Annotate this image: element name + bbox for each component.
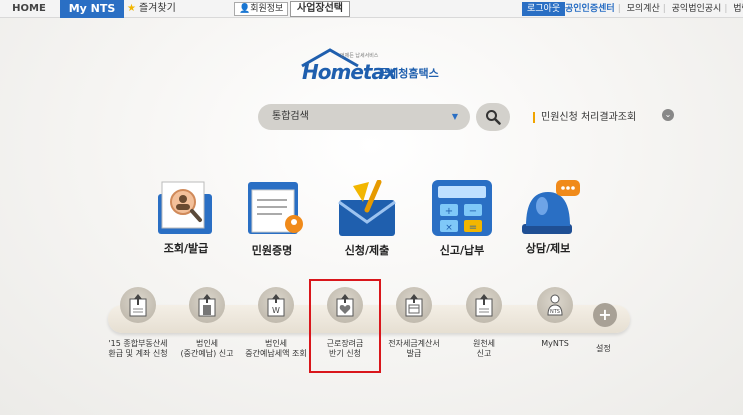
person-icon: 👤 xyxy=(239,4,251,14)
highlight-box xyxy=(309,279,381,373)
cert-center-link[interactable]: 공인인증센터 xyxy=(562,4,618,14)
svg-text:=: = xyxy=(469,222,477,233)
upload-doc-icon xyxy=(475,294,493,317)
menu-consult-report-label: 상담/제보 xyxy=(525,242,571,255)
chat-light-icon xyxy=(522,180,580,234)
quick-icon-circle xyxy=(466,287,502,323)
quick-comprehensive-tax-refund-label: '15 종합부동산세 환급 및 계좌 신청 xyxy=(108,339,168,358)
menu-certificate-label: 민원증명 xyxy=(251,244,293,257)
result-inquiry-label: 민원신청 처리결과조회 xyxy=(541,112,637,123)
svg-text:NTS: NTS xyxy=(550,309,560,315)
logo-korean: 국세청홈택스 xyxy=(378,67,439,80)
quick-corporate-tax-report-label: 법인세 (중간예납) 신고 xyxy=(180,339,234,358)
person-nts-icon: NTS xyxy=(547,294,563,316)
top-links: 공인인증센터| 모의계산| 공익법인공시| 법령정보 xyxy=(562,0,743,18)
quick-icon-circle: NTS xyxy=(537,287,573,323)
favorites-label: 즐겨찾기 xyxy=(138,3,176,14)
invoice-doc-icon xyxy=(405,294,423,317)
hometax-logo[interactable]: 언제든 납세서비스 Hometax 국세청홈택스 xyxy=(300,48,450,84)
quick-icon-circle: W xyxy=(258,287,294,323)
search-select[interactable]: 통합검색 ▼ xyxy=(258,104,470,130)
settings-label: 설정 xyxy=(596,344,611,353)
home-link[interactable]: HOME xyxy=(0,0,58,18)
won-doc-icon: W xyxy=(267,294,285,317)
logout-button[interactable]: 로그아웃 xyxy=(522,2,566,16)
quick-corporate-tax-inquiry-label: 법인세 중간예납세액 조회 xyxy=(245,339,307,358)
mock-calc-link[interactable]: 모의계산 xyxy=(624,4,663,14)
svg-text:−: − xyxy=(469,206,477,217)
public-disclosure-link[interactable]: 공익법인공시 xyxy=(669,4,725,14)
calculator-icon: + − × = xyxy=(432,180,492,236)
quick-icon-circle xyxy=(396,287,432,323)
member-info-button[interactable]: 👤회원정보 xyxy=(234,2,289,16)
envelope-icon xyxy=(338,180,396,236)
top-bar: HOME My NTS ★ 즐겨찾기 👤회원정보 사업장선택 로그아웃 공인인증센… xyxy=(0,0,743,18)
quick-mynts-label: MyNTS xyxy=(541,339,569,348)
member-info-label: 회원정보 xyxy=(250,4,284,14)
menu-apply-submit-label: 신청/제출 xyxy=(344,244,390,257)
svg-text:+: + xyxy=(445,206,453,217)
search-button[interactable] xyxy=(476,103,510,131)
star-icon: ★ xyxy=(127,3,136,14)
chevron-down-icon[interactable]: ⌄ xyxy=(662,109,674,121)
building-doc-icon xyxy=(198,294,216,317)
add-settings-button[interactable]: + xyxy=(593,303,617,327)
quick-icon-circle xyxy=(120,287,156,323)
mynts-tab[interactable]: My NTS xyxy=(60,0,124,18)
caret-down-icon: ▼ xyxy=(451,112,458,121)
result-inquiry-link[interactable]: 민원신청 처리결과조회 xyxy=(533,108,636,123)
certificate-icon xyxy=(248,182,303,234)
law-info-link[interactable]: 법령정보 xyxy=(730,4,743,14)
quick-e-tax-invoice-label: 전자세금계산서 발급 xyxy=(388,339,440,358)
inquiry-icon xyxy=(158,181,212,234)
business-select-button[interactable]: 사업장선택 xyxy=(290,1,350,17)
menu-inquiry-issue-label: 조회/발급 xyxy=(163,242,209,255)
search-icon xyxy=(486,110,501,125)
svg-text:×: × xyxy=(445,223,453,233)
favorites-link[interactable]: ★ 즐겨찾기 xyxy=(127,0,176,18)
menu-report-pay-label: 신고/납부 xyxy=(439,244,485,257)
logo-tagline: 언제든 납세서비스 xyxy=(340,53,379,59)
upload-doc-icon xyxy=(129,294,147,317)
accent-bar xyxy=(533,111,535,123)
plus-icon: + xyxy=(598,305,612,324)
quick-withholding-tax-label: 원천세 신고 xyxy=(472,339,496,358)
svg-text:W: W xyxy=(272,306,280,315)
quick-icon-circle xyxy=(189,287,225,323)
search-select-value: 통합검색 xyxy=(272,111,309,122)
